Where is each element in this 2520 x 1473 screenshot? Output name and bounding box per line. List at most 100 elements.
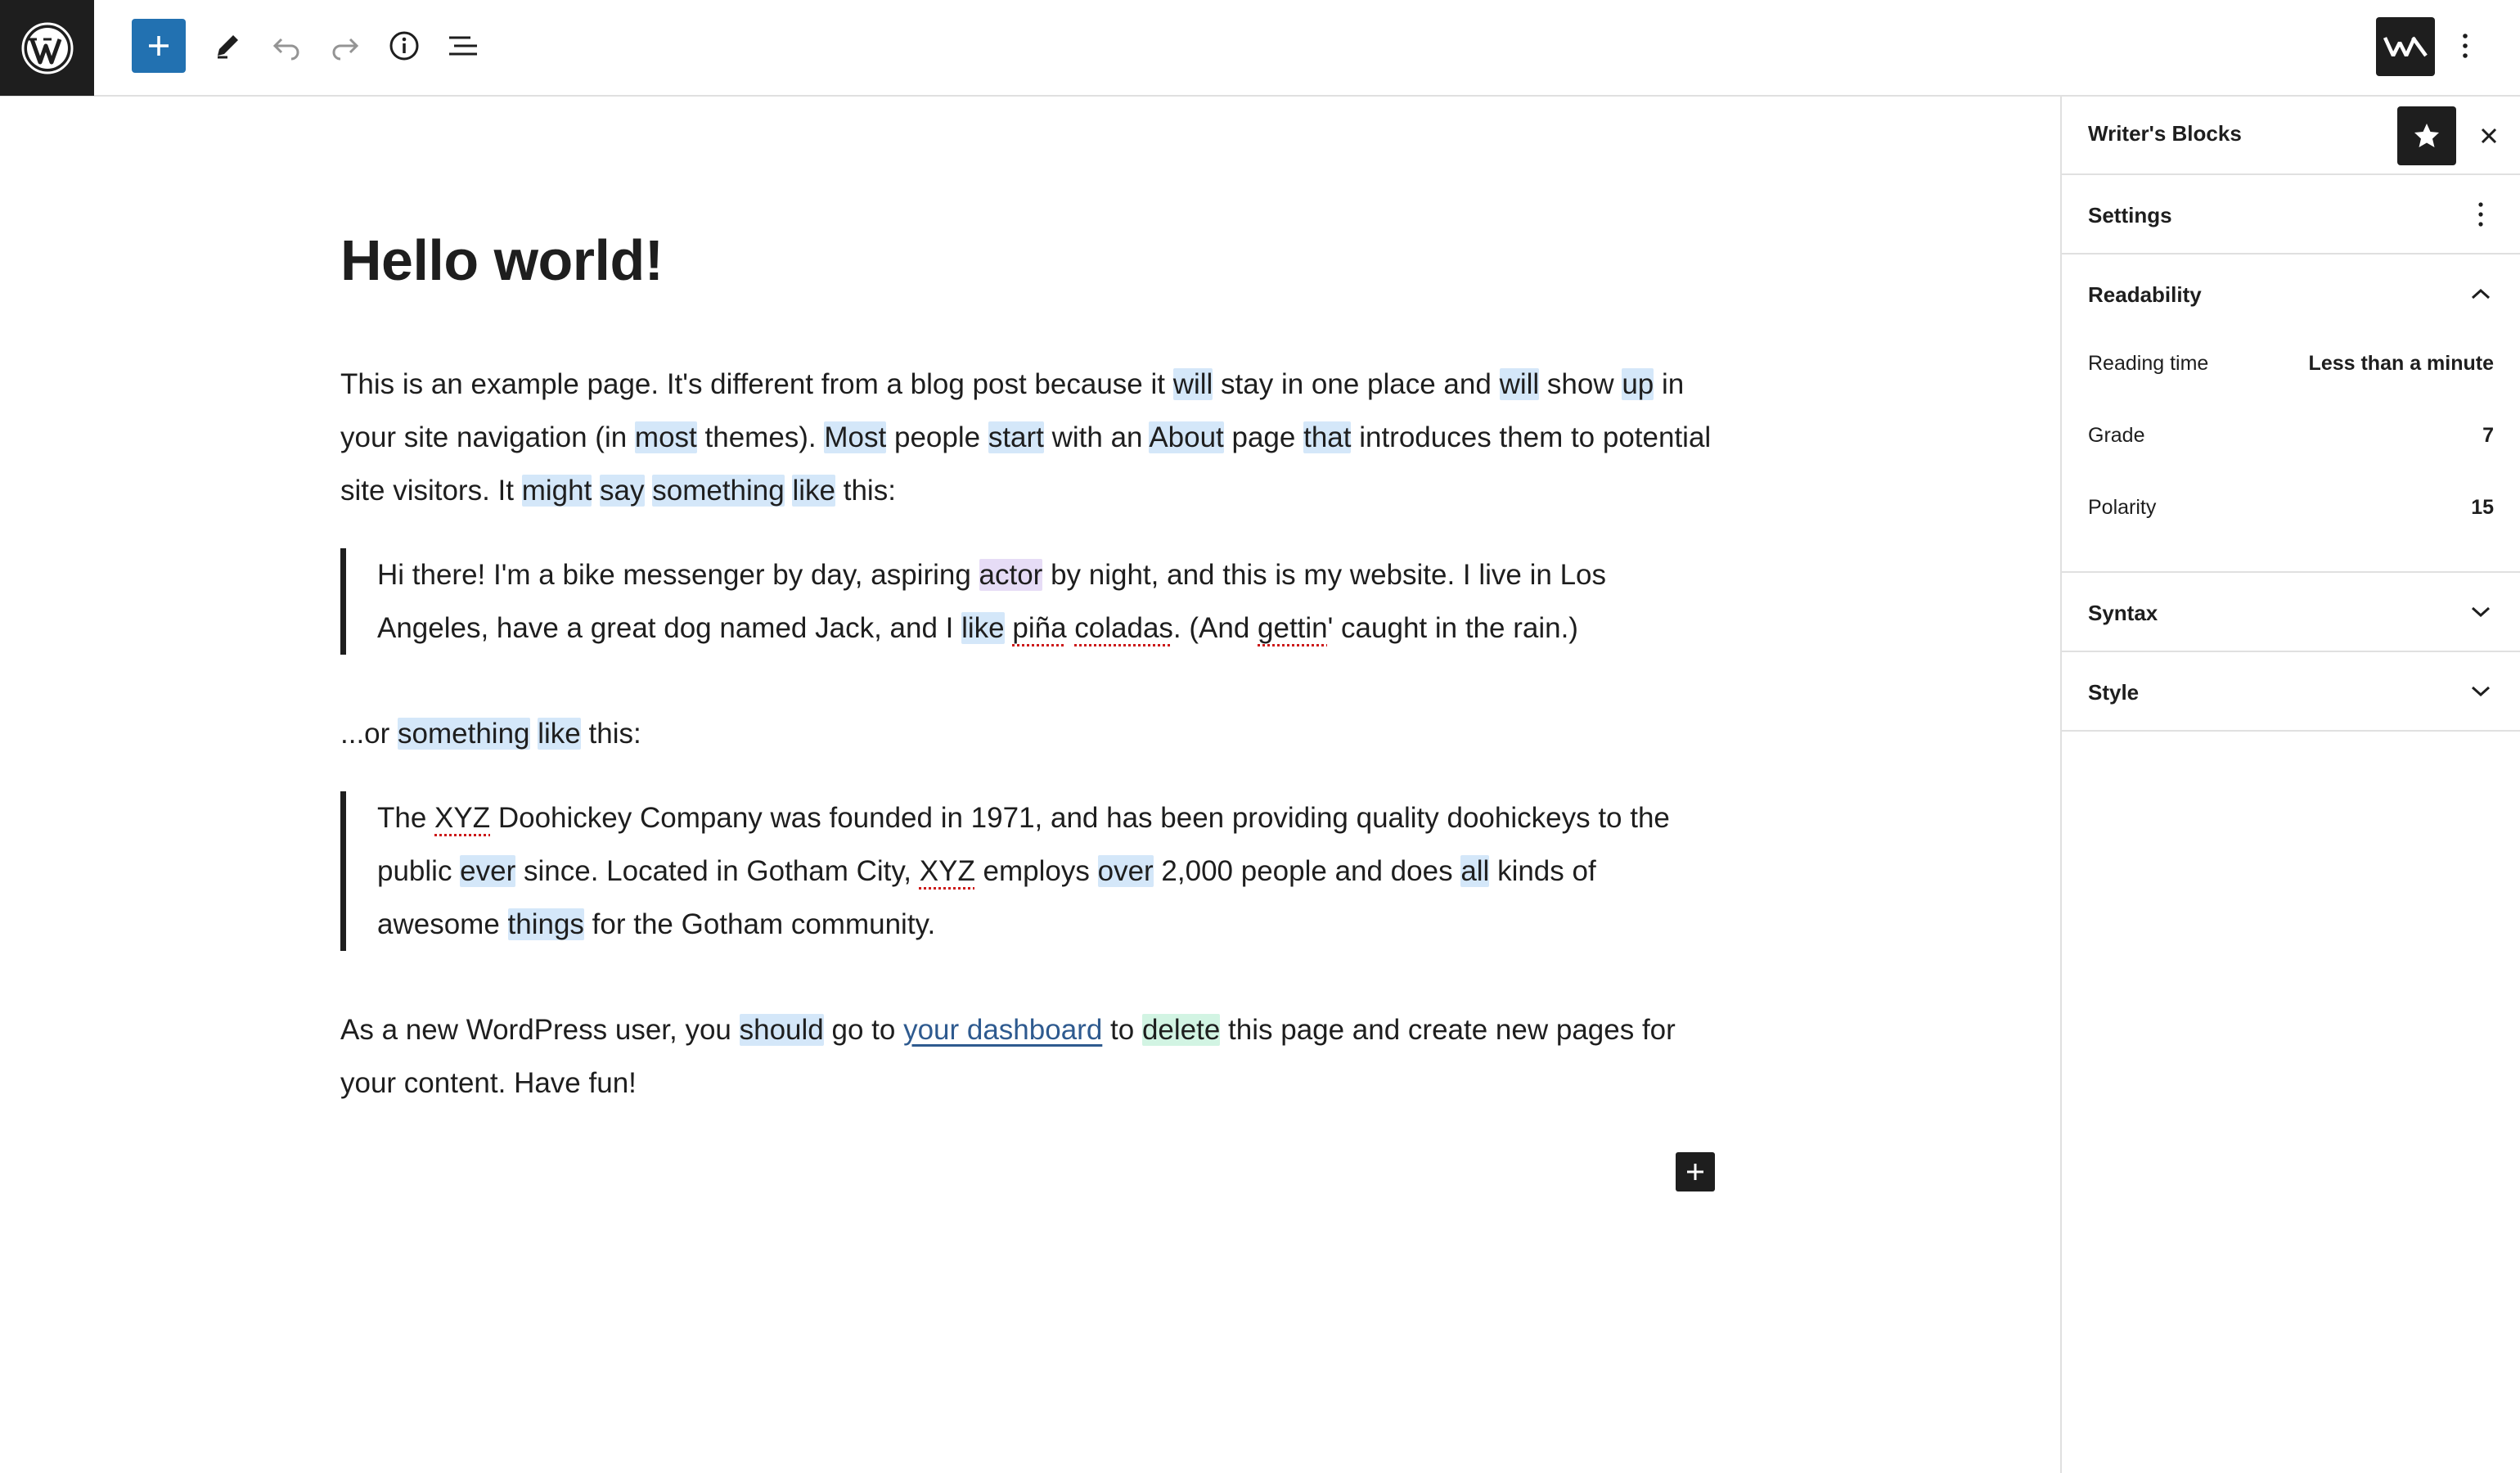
quote-block[interactable]: Hi there! I'm a bike messenger by day, a… xyxy=(340,547,1723,655)
star-icon xyxy=(2414,124,2439,147)
chevron-up-icon xyxy=(2463,276,2499,312)
highlighted-word[interactable]: should xyxy=(739,1013,824,1046)
metric-label: Polarity xyxy=(2088,496,2157,519)
style-panel-toggle[interactable]: Style xyxy=(2062,652,2520,732)
readability-label: Readability xyxy=(2088,282,2202,307)
text-run: since. Located in Gotham City, xyxy=(515,854,920,887)
spelling-error-word[interactable]: XYZ xyxy=(920,855,975,887)
highlighted-word[interactable]: that xyxy=(1303,421,1352,453)
list-view-icon xyxy=(449,36,477,56)
text-run: with an xyxy=(1043,421,1150,453)
highlighted-word[interactable]: start xyxy=(988,421,1044,453)
readability-panel-toggle[interactable]: Readability xyxy=(2062,255,2520,334)
paragraph-block[interactable]: As a new WordPress user, you should go t… xyxy=(340,1003,1723,1110)
highlighted-word[interactable]: will xyxy=(1499,367,1540,400)
metric-value: 7 xyxy=(2482,424,2494,447)
highlighted-word[interactable]: might xyxy=(521,474,592,507)
inline-link[interactable]: your dashboard xyxy=(903,1014,1102,1046)
info-icon xyxy=(389,31,419,61)
text-run: themes). xyxy=(696,421,825,453)
highlighted-word[interactable]: will xyxy=(1172,367,1213,400)
text-run: 2,000 people and does xyxy=(1153,854,1461,887)
text-run xyxy=(592,475,600,507)
text-run xyxy=(1067,612,1075,644)
paragraph-block[interactable]: ...or something like this: xyxy=(340,707,1723,760)
highlighted-word[interactable]: like xyxy=(538,717,581,750)
writers-blocks-plugin-button[interactable] xyxy=(2376,17,2435,76)
highlighted-word[interactable]: all xyxy=(1460,854,1490,887)
text-run: employs xyxy=(974,854,1098,887)
syntax-panel-toggle[interactable]: Syntax xyxy=(2062,573,2520,652)
highlighted-word[interactable]: things xyxy=(507,908,584,940)
pencil-icon xyxy=(218,35,238,59)
metric-row: Grade 7 xyxy=(2088,424,2494,457)
sidebar-header: Writer's Blocks xyxy=(2062,97,2520,175)
metric-value: 15 xyxy=(2471,496,2494,519)
settings-more-button[interactable] xyxy=(2463,196,2499,232)
highlighted-word[interactable]: most xyxy=(634,421,697,453)
undo-icon xyxy=(272,38,299,61)
close-sidebar-button[interactable] xyxy=(2469,116,2509,155)
quote-text[interactable]: Hi there! I'm a bike messenger by day, a… xyxy=(377,548,1723,655)
quote-block[interactable]: The XYZ Doohickey Company was founded in… xyxy=(340,791,1723,951)
text-run: This is an example page. It's different … xyxy=(340,367,1173,400)
wordpress-logo-icon xyxy=(21,22,73,74)
post-content: Hello world! This is an example page. It… xyxy=(340,227,1723,1110)
syntax-label: Syntax xyxy=(2088,601,2158,625)
spelling-error-word[interactable]: piña xyxy=(1012,612,1066,644)
highlighted-word[interactable]: something xyxy=(398,717,530,750)
metric-row: Polarity 15 xyxy=(2088,496,2494,529)
details-button[interactable] xyxy=(376,18,432,74)
text-run: stay in one place and xyxy=(1213,367,1500,400)
text-run: go to xyxy=(823,1013,904,1046)
undo-button[interactable] xyxy=(259,18,314,74)
highlighted-word[interactable]: something xyxy=(652,474,785,507)
quote-text[interactable]: The XYZ Doohickey Company was founded in… xyxy=(377,791,1723,951)
plugin-sidebar: Writer's Blocks Settings Readability Rea… xyxy=(2060,97,2520,1473)
text-run xyxy=(645,475,653,507)
highlighted-word[interactable]: actor xyxy=(979,558,1043,591)
block-inserter-button[interactable] xyxy=(1676,1152,1715,1191)
editor-canvas: Hello world! This is an example page. It… xyxy=(0,97,2060,1473)
settings-label: Settings xyxy=(2088,203,2172,227)
editor-toolbar xyxy=(0,0,2520,97)
metric-label: Grade xyxy=(2088,424,2145,447)
wordpress-logo-button[interactable] xyxy=(0,0,94,96)
text-run: for the Gotham community. xyxy=(583,908,936,940)
highlighted-word[interactable]: delete xyxy=(1141,1013,1221,1046)
tools-button[interactable] xyxy=(200,18,255,74)
post-title[interactable]: Hello world! xyxy=(340,227,1723,294)
highlighted-word[interactable]: like xyxy=(961,611,1005,644)
text-run xyxy=(1005,612,1013,644)
highlighted-word[interactable]: over xyxy=(1097,854,1154,887)
highlighted-word[interactable]: say xyxy=(600,474,645,507)
text-run: . (And xyxy=(1172,611,1258,644)
highlighted-word[interactable]: ever xyxy=(460,854,516,887)
text-run: this: xyxy=(580,717,641,750)
redo-icon xyxy=(332,38,359,61)
text-run xyxy=(785,475,793,507)
metric-label: Reading time xyxy=(2088,352,2209,375)
highlighted-word[interactable]: up xyxy=(1622,367,1654,400)
settings-panel-header[interactable]: Settings xyxy=(2062,175,2520,255)
chevron-down-icon xyxy=(2463,594,2499,630)
pin-sidebar-button[interactable] xyxy=(2397,106,2456,165)
style-label: Style xyxy=(2088,680,2140,705)
highlighted-word[interactable]: Most xyxy=(824,421,887,453)
list-view-button[interactable] xyxy=(435,18,491,74)
spelling-error-word[interactable]: gettin xyxy=(1258,612,1328,644)
text-run: people xyxy=(886,421,988,453)
spelling-error-word[interactable]: coladas xyxy=(1074,612,1173,644)
metric-value: Less than a minute xyxy=(2308,352,2494,375)
spelling-error-word[interactable]: XYZ xyxy=(434,802,490,834)
close-icon xyxy=(2481,128,2497,144)
redo-button[interactable] xyxy=(317,18,373,74)
text-run: ' caught in the rain.) xyxy=(1327,611,1578,644)
paragraph-block[interactable]: This is an example page. It's different … xyxy=(340,358,1723,517)
highlighted-word[interactable]: like xyxy=(792,474,835,507)
add-block-button[interactable] xyxy=(132,19,186,73)
text-run: As a new WordPress user, you xyxy=(340,1013,740,1046)
options-menu-button[interactable] xyxy=(2446,18,2484,74)
text-run xyxy=(530,718,538,750)
highlighted-word[interactable]: About xyxy=(1149,421,1224,453)
